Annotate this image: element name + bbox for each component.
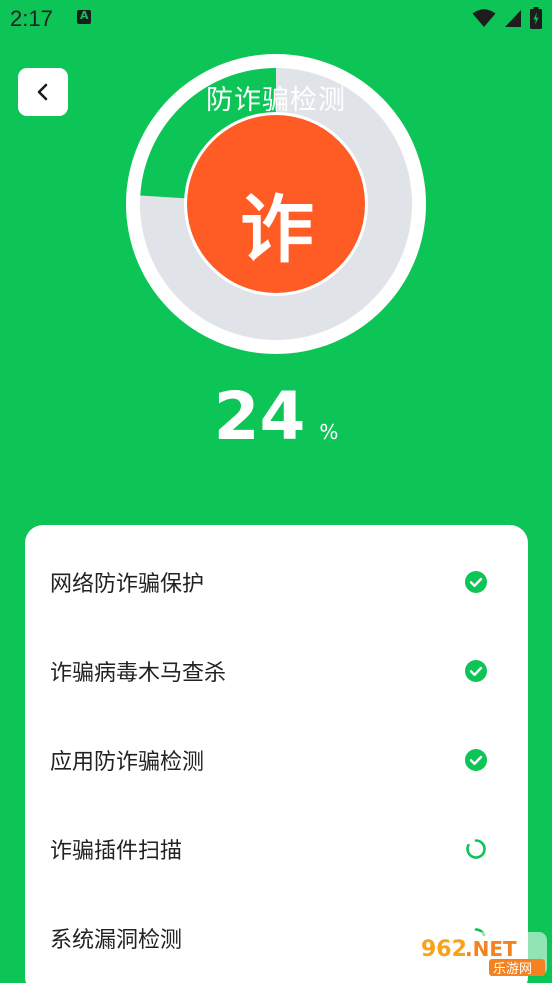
list-item: 网络防诈骗保护 <box>25 537 528 627</box>
list-item: 诈骗插件扫描 <box>25 804 528 894</box>
item-label: 网络防诈骗保护 <box>50 572 205 597</box>
wifi-icon <box>472 9 496 27</box>
fraud-symbol: 诈 <box>240 186 314 273</box>
loading-spinner-icon <box>466 839 486 859</box>
page: 2:17 诈 <box>0 0 552 983</box>
svg-text:乐游网: 乐游网 <box>493 962 532 977</box>
scan-percent: 24% <box>0 378 552 455</box>
checklist-card: 网络防诈骗保护 诈骗病毒木马查杀 应用防诈骗检测 诈骗插件扫描 系统漏洞检测 <box>25 525 528 983</box>
list-item: 应用防诈骗检测 <box>25 715 528 805</box>
item-label: 系统漏洞检测 <box>50 928 183 953</box>
percent-sign: % <box>319 420 339 444</box>
status-bar: 2:17 <box>0 0 552 40</box>
signal-icon <box>505 10 521 27</box>
item-label: 诈骗病毒木马查杀 <box>50 661 227 686</box>
status-time: 2:17 <box>10 6 53 31</box>
item-label: 应用防诈骗检测 <box>50 750 205 775</box>
svg-text:.NET: .NET <box>465 937 517 961</box>
watermark-logo: 962 .NET 乐游网 <box>415 932 547 977</box>
svg-text:962: 962 <box>421 937 467 962</box>
page-title: 防诈骗检测 <box>206 85 346 116</box>
battery-icon <box>530 7 542 29</box>
check-circle-icon <box>465 749 487 771</box>
check-circle-icon <box>465 571 487 593</box>
item-label: 诈骗插件扫描 <box>50 839 183 864</box>
a-icon <box>77 9 91 24</box>
list-item: 诈骗病毒木马查杀 <box>25 626 528 716</box>
status-icons <box>472 7 542 29</box>
check-circle-icon <box>465 660 487 682</box>
percent-value: 24 <box>213 378 306 455</box>
